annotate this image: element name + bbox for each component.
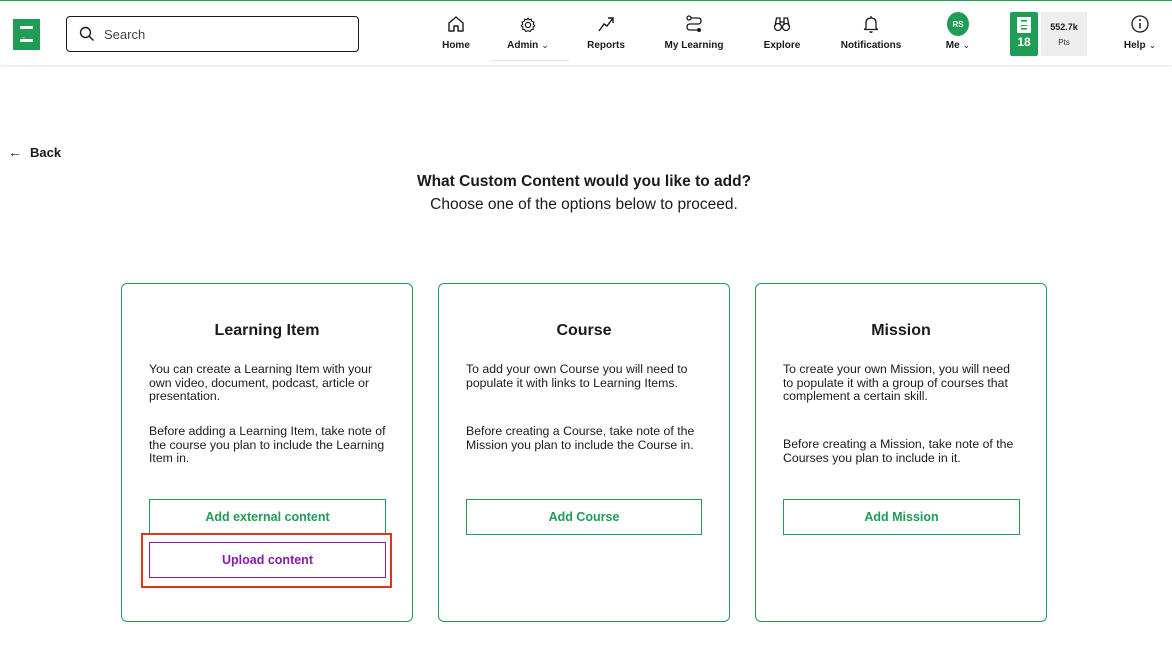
points-badge[interactable]: 552.7k Pts xyxy=(1041,12,1087,56)
page-subtitle: Choose one of the options below to proce… xyxy=(430,196,738,213)
brand-mark-icon xyxy=(1017,17,1031,33)
nav-help-label: Help xyxy=(1123,40,1146,51)
path-icon xyxy=(683,13,705,35)
nav-my-learning-label: My Learning xyxy=(664,40,724,51)
nav-me[interactable]: RS Me ⌄ xyxy=(940,12,976,57)
page-title: What Custom Content would you like to ad… xyxy=(416,173,752,190)
top-navigation-bar: Search Home Admin⌄ Reports My Learning xyxy=(0,0,1172,65)
search-icon xyxy=(79,26,94,41)
card-title: Course xyxy=(556,322,612,339)
nav-home-label: Home xyxy=(442,40,470,51)
upload-content-highlight xyxy=(141,533,392,588)
card-description: You can create a Learning Item with your… xyxy=(149,362,373,403)
home-icon xyxy=(445,13,467,35)
gear-icon xyxy=(517,14,539,36)
nav-me-label: Me xyxy=(945,40,960,51)
chevron-down-icon: ⌄ xyxy=(1148,40,1157,50)
card-title: Learning Item xyxy=(214,322,320,339)
nav-explore[interactable]: Explore xyxy=(760,13,804,57)
card-note: Before adding a Learning Item, take note… xyxy=(149,424,386,465)
search-input[interactable]: Search xyxy=(104,27,145,42)
arrow-left-icon: ← xyxy=(8,144,22,160)
card-course: Course To add your own Course you will n… xyxy=(438,283,730,622)
nav-admin-label: Admin xyxy=(507,40,539,51)
back-label: Back xyxy=(30,144,62,160)
card-note: Before creating a Mission, take note of … xyxy=(783,437,1014,465)
nav-reports[interactable]: Reports xyxy=(584,13,628,57)
card-title: Mission xyxy=(871,322,931,339)
add-mission-button[interactable]: Add Mission xyxy=(783,499,1020,535)
avatar: RS xyxy=(947,12,969,36)
add-course-button[interactable]: Add Course xyxy=(466,499,702,535)
trending-up-icon xyxy=(595,13,617,35)
card-mission: Mission To create your own Mission, you … xyxy=(755,283,1047,622)
card-description: To add your own Course you will need to … xyxy=(466,362,688,390)
back-link[interactable]: ← Back xyxy=(8,144,61,160)
nav-explore-label: Explore xyxy=(763,40,801,51)
card-note: Before creating a Course, take note of t… xyxy=(466,424,695,452)
info-icon xyxy=(1129,13,1151,35)
nav-reports-label: Reports xyxy=(587,40,625,51)
bell-icon xyxy=(860,13,882,35)
level-number: 18 xyxy=(1017,35,1031,49)
add-external-content-button[interactable]: Add external content xyxy=(149,499,386,535)
level-badge[interactable]: 18 xyxy=(1010,12,1038,56)
nav-my-learning[interactable]: My Learning xyxy=(660,13,728,57)
binoculars-icon xyxy=(771,13,793,35)
chevron-down-icon: ⌄ xyxy=(541,40,549,50)
card-description: To create your own Mission, you will nee… xyxy=(783,362,1010,403)
nav-home[interactable]: Home xyxy=(438,13,474,57)
admin-divider xyxy=(491,60,569,61)
points-label: Pts xyxy=(1058,37,1070,47)
chevron-down-icon: ⌄ xyxy=(962,40,971,50)
search-box[interactable]: Search xyxy=(66,16,359,52)
points-value: 552.7k xyxy=(1050,21,1078,32)
nav-admin[interactable]: Admin ⌄ xyxy=(500,14,556,58)
brand-logo-icon[interactable] xyxy=(11,17,42,52)
nav-help[interactable]: Help ⌄ xyxy=(1118,13,1162,57)
nav-notifications[interactable]: Notifications xyxy=(836,13,906,57)
nav-notifications-label: Notifications xyxy=(840,40,902,51)
